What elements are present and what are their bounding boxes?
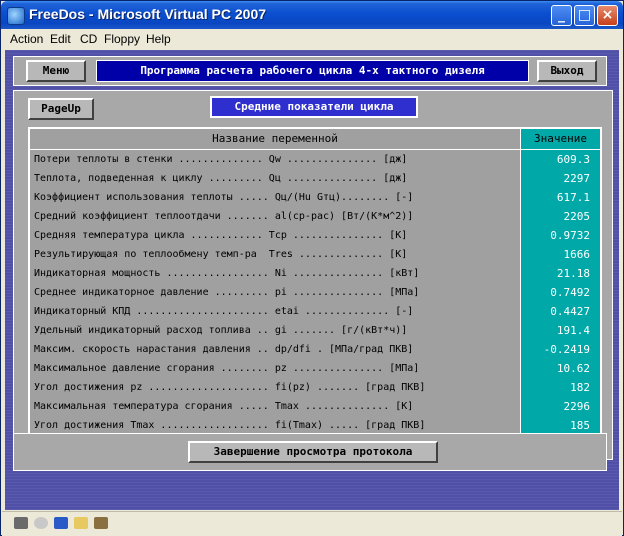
- variable-value: 617.1: [520, 188, 600, 207]
- variable-value: 0.4427: [520, 302, 600, 321]
- variable-name: Теплота, подведенная к циклу ......... Q…: [34, 173, 408, 184]
- results-panel: PageUp Средние показатели цикла Название…: [13, 90, 613, 460]
- table-row: Средняя температура цикла ............ T…: [30, 226, 600, 245]
- close-button[interactable]: ×: [597, 5, 618, 26]
- table-row: Потери теплоты в стенки .............. Q…: [30, 150, 600, 169]
- menu-help[interactable]: Help: [146, 32, 171, 46]
- status-bar: [2, 511, 622, 536]
- floppy-icon[interactable]: [54, 517, 68, 529]
- variable-name: Индикаторная мощность ................. …: [34, 268, 420, 279]
- variable-name: Потери теплоты в стенки .............. Q…: [34, 154, 408, 165]
- table-row: Индикаторная мощность ................. …: [30, 264, 600, 283]
- table-row: Максимальная температура сгорания ..... …: [30, 397, 600, 416]
- variable-value: 2205: [520, 207, 600, 226]
- cd-drive-icon[interactable]: [14, 517, 28, 529]
- variable-value: 2297: [520, 169, 600, 188]
- results-table: Название переменной Значение Потери тепл…: [28, 127, 602, 435]
- variable-name: Среднее индикаторное давление ......... …: [34, 287, 420, 298]
- table-header: Название переменной Значение: [30, 129, 600, 150]
- table-row: Средний коэффициент теплоотдачи ....... …: [30, 207, 600, 226]
- title-bar[interactable]: FreeDos - Microsoft Virtual PC 2007 _ □ …: [1, 1, 623, 29]
- table-row: Результирующая по теплообмену темп-ра Tr…: [30, 245, 600, 264]
- menu-action[interactable]: Action: [10, 32, 43, 46]
- variable-value: 21.18: [520, 264, 600, 283]
- table-row: Индикаторный КПД ...................... …: [30, 302, 600, 321]
- variable-name: Максимальное давление сгорания ........ …: [34, 363, 420, 374]
- variable-name: Индикаторный КПД ...................... …: [34, 306, 414, 317]
- panel-title: Средние показатели цикла: [210, 96, 418, 118]
- variable-name: Коэффициент использования теплоты ..... …: [34, 192, 414, 203]
- pageup-button[interactable]: PageUp: [28, 98, 94, 120]
- variable-name: Максим. скорость нарастания давления .. …: [34, 344, 414, 355]
- menu-floppy[interactable]: Floppy: [104, 32, 140, 46]
- variable-value: 0.7492: [520, 283, 600, 302]
- menu-button[interactable]: Меню: [26, 60, 86, 82]
- variable-value: 182: [520, 378, 600, 397]
- header-name: Название переменной: [212, 132, 338, 145]
- dos-top-bar: Меню Программа расчета рабочего цикла 4-…: [13, 56, 607, 86]
- finish-view-button[interactable]: Завершение просмотра протокола: [188, 441, 438, 463]
- dos-bottom-bar: Завершение просмотра протокола: [13, 433, 607, 471]
- variable-name: Удельный индикаторный расход топлива .. …: [34, 325, 408, 336]
- variable-value: 10.62: [520, 359, 600, 378]
- virtual-pc-window: FreeDos - Microsoft Virtual PC 2007 _ □ …: [0, 0, 624, 536]
- program-banner: Программа расчета рабочего цикла 4-х так…: [96, 60, 529, 82]
- variable-value: 1666: [520, 245, 600, 264]
- variable-value: 0.9732: [520, 226, 600, 245]
- network-icon[interactable]: [94, 517, 108, 529]
- variable-value: 609.3: [520, 150, 600, 169]
- dos-screen: Меню Программа расчета рабочего цикла 4-…: [5, 50, 619, 527]
- header-value: Значение: [520, 129, 600, 149]
- variable-name: Максимальная температура сгорания ..... …: [34, 401, 414, 412]
- minimize-button[interactable]: _: [551, 5, 572, 26]
- menu-bar: Action Edit CD Floppy Help: [2, 29, 622, 49]
- table-row: Максимальное давление сгорания ........ …: [30, 359, 600, 378]
- table-row: Коэффициент использования теплоты ..... …: [30, 188, 600, 207]
- maximize-button[interactable]: □: [574, 5, 595, 26]
- variable-value: 2296: [520, 397, 600, 416]
- window-title: FreeDos - Microsoft Virtual PC 2007: [29, 6, 267, 22]
- menu-edit[interactable]: Edit: [50, 32, 71, 46]
- shared-folder-icon[interactable]: [74, 517, 88, 529]
- table-row: Угол достижения pz .................... …: [30, 378, 600, 397]
- table-row: Среднее индикаторное давление ......... …: [30, 283, 600, 302]
- variable-value: 191.4: [520, 321, 600, 340]
- exit-button[interactable]: Выход: [537, 60, 597, 82]
- variable-name: Средний коэффициент теплоотдачи ....... …: [34, 211, 414, 222]
- variable-name: Результирующая по теплообмену темп-ра Tr…: [34, 249, 408, 260]
- menu-cd[interactable]: CD: [80, 32, 97, 46]
- virtual-pc-icon: [7, 7, 25, 25]
- table-row: Теплота, подведенная к циклу ......... Q…: [30, 169, 600, 188]
- variable-name: Угол достижения pz .................... …: [34, 382, 426, 393]
- variable-value: -0.2419: [520, 340, 600, 359]
- variable-name: Средняя температура цикла ............ T…: [34, 230, 408, 241]
- table-row: Удельный индикаторный расход топлива .. …: [30, 321, 600, 340]
- cd-disc-icon[interactable]: [34, 517, 48, 529]
- table-row: Максим. скорость нарастания давления .. …: [30, 340, 600, 359]
